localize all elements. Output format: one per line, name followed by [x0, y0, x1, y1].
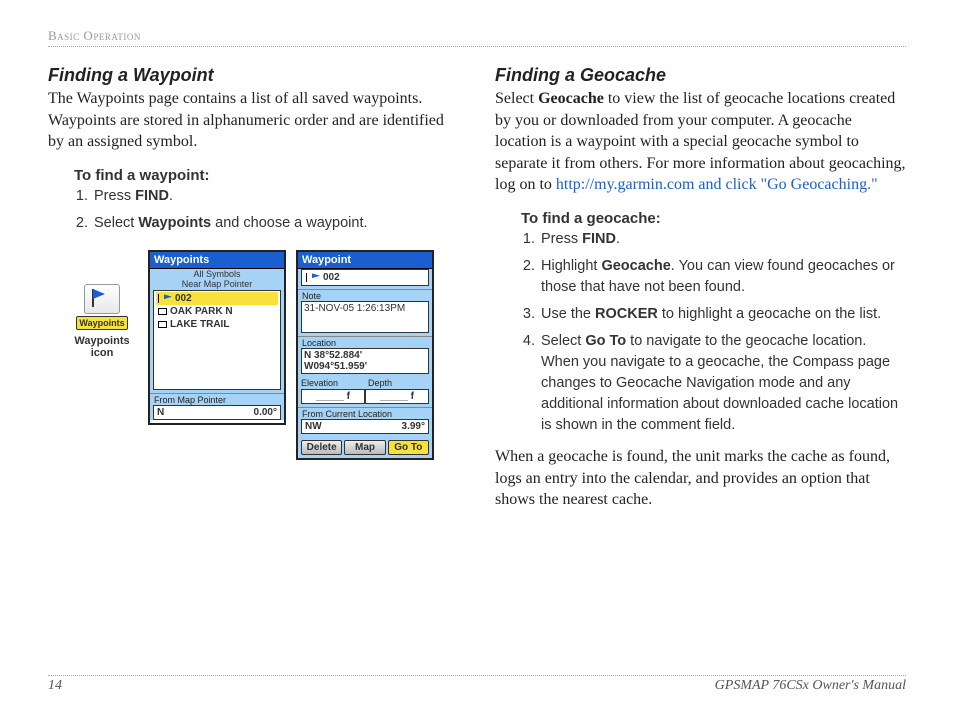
section-title-geocache: Finding a Geocache	[495, 65, 906, 86]
note-label: Note	[298, 289, 432, 301]
list-item[interactable]: OAK PARK N	[156, 305, 278, 318]
waypoints-icon-caption: Waypointsicon	[66, 335, 138, 359]
page-header: Basic Operation	[48, 28, 906, 47]
geocache-outro: When a geocache is found, the unit marks…	[495, 446, 906, 511]
screen-title: Waypoints	[150, 252, 284, 269]
page-footer: 14 GPSMAP 76CSx Owner's Manual	[48, 675, 906, 694]
page-number: 14	[48, 678, 62, 694]
location-label: Location	[298, 336, 432, 348]
elev-depth-labels: Elevation Depth	[298, 377, 432, 389]
delete-button[interactable]: Delete	[301, 440, 342, 455]
geocaching-link[interactable]: http://my.garmin.com and click "Go Geoca…	[556, 176, 878, 193]
geocache-step-4: Select Go To to navigate to the geocache…	[539, 331, 906, 436]
device-screen-waypoints: Waypoints All SymbolsNear Map Pointer 00…	[148, 250, 286, 425]
waypoint-step-1: Press FIND.	[92, 186, 459, 207]
goto-button[interactable]: Go To	[388, 440, 429, 455]
device-screen-waypoint-detail: Waypoint 002 Note 31-NOV-05 1:26:13PM Lo…	[296, 250, 434, 460]
waypoints-icon-label: Waypoints	[76, 316, 127, 330]
from-current-field: NW 3.99°	[301, 419, 429, 434]
geocache-step-2: Highlight Geocache. You can view found g…	[539, 256, 906, 298]
elevation-field[interactable]: _____ f	[301, 389, 365, 404]
button-row: Delete Map Go To	[298, 437, 432, 458]
waypoint-list: 002 OAK PARK N LAKE TRAIL	[153, 290, 281, 390]
list-item[interactable]: 002	[156, 292, 278, 305]
geocache-step-3: Use the ROCKER to highlight a geocache o…	[539, 304, 906, 325]
waypoint-name-field[interactable]: 002	[301, 269, 429, 286]
flag-icon	[312, 273, 320, 281]
left-column: Finding a Waypoint The Waypoints page co…	[48, 65, 459, 517]
geocache-steps-block: To find a geocache: Press FIND. Highligh…	[521, 210, 906, 436]
section-title-waypoint: Finding a Waypoint	[48, 65, 459, 86]
house-icon	[158, 308, 167, 315]
geocache-steps-title: To find a geocache:	[521, 210, 906, 227]
waypoints-icon	[84, 284, 120, 314]
geocache-intro: Select Geocache to view the list of geoc…	[495, 88, 906, 196]
map-button[interactable]: Map	[344, 440, 385, 455]
location-field[interactable]: N 38°52.884' W094°51.959'	[301, 348, 429, 374]
screenshot-row: Waypoints Waypointsicon Waypoints All Sy…	[66, 250, 459, 460]
geocache-steps-list: Press FIND. Highlight Geocache. You can …	[539, 229, 906, 436]
flag-icon	[164, 294, 172, 302]
waypoints-icon-col: Waypoints Waypointsicon	[66, 284, 138, 359]
list-item[interactable]: LAKE TRAIL	[156, 318, 278, 331]
waypoint-step-2: Select Waypoints and choose a waypoint.	[92, 213, 459, 234]
manual-title: GPSMAP 76CSx Owner's Manual	[715, 678, 906, 694]
depth-field[interactable]: _____ f	[365, 389, 429, 404]
screen-title: Waypoint	[298, 252, 432, 269]
waypoint-steps-block: To find a waypoint: Press FIND. Select W…	[74, 167, 459, 234]
note-field[interactable]: 31-NOV-05 1:26:13PM	[301, 301, 429, 333]
content-columns: Finding a Waypoint The Waypoints page co…	[48, 65, 906, 517]
right-column: Finding a Geocache Select Geocache to vi…	[495, 65, 906, 517]
house-icon	[158, 321, 167, 328]
from-label: From Map Pointer	[150, 393, 284, 405]
waypoint-steps-list: Press FIND. Select Waypoints and choose …	[92, 186, 459, 234]
from-pointer-field: N 0.00°	[153, 405, 281, 420]
geocache-step-1: Press FIND.	[539, 229, 906, 250]
from-current-label: From Current Location	[298, 407, 432, 419]
screen-context: All SymbolsNear Map Pointer	[150, 269, 284, 290]
waypoint-intro: The Waypoints page contains a list of al…	[48, 88, 459, 153]
waypoint-steps-title: To find a waypoint:	[74, 167, 459, 184]
